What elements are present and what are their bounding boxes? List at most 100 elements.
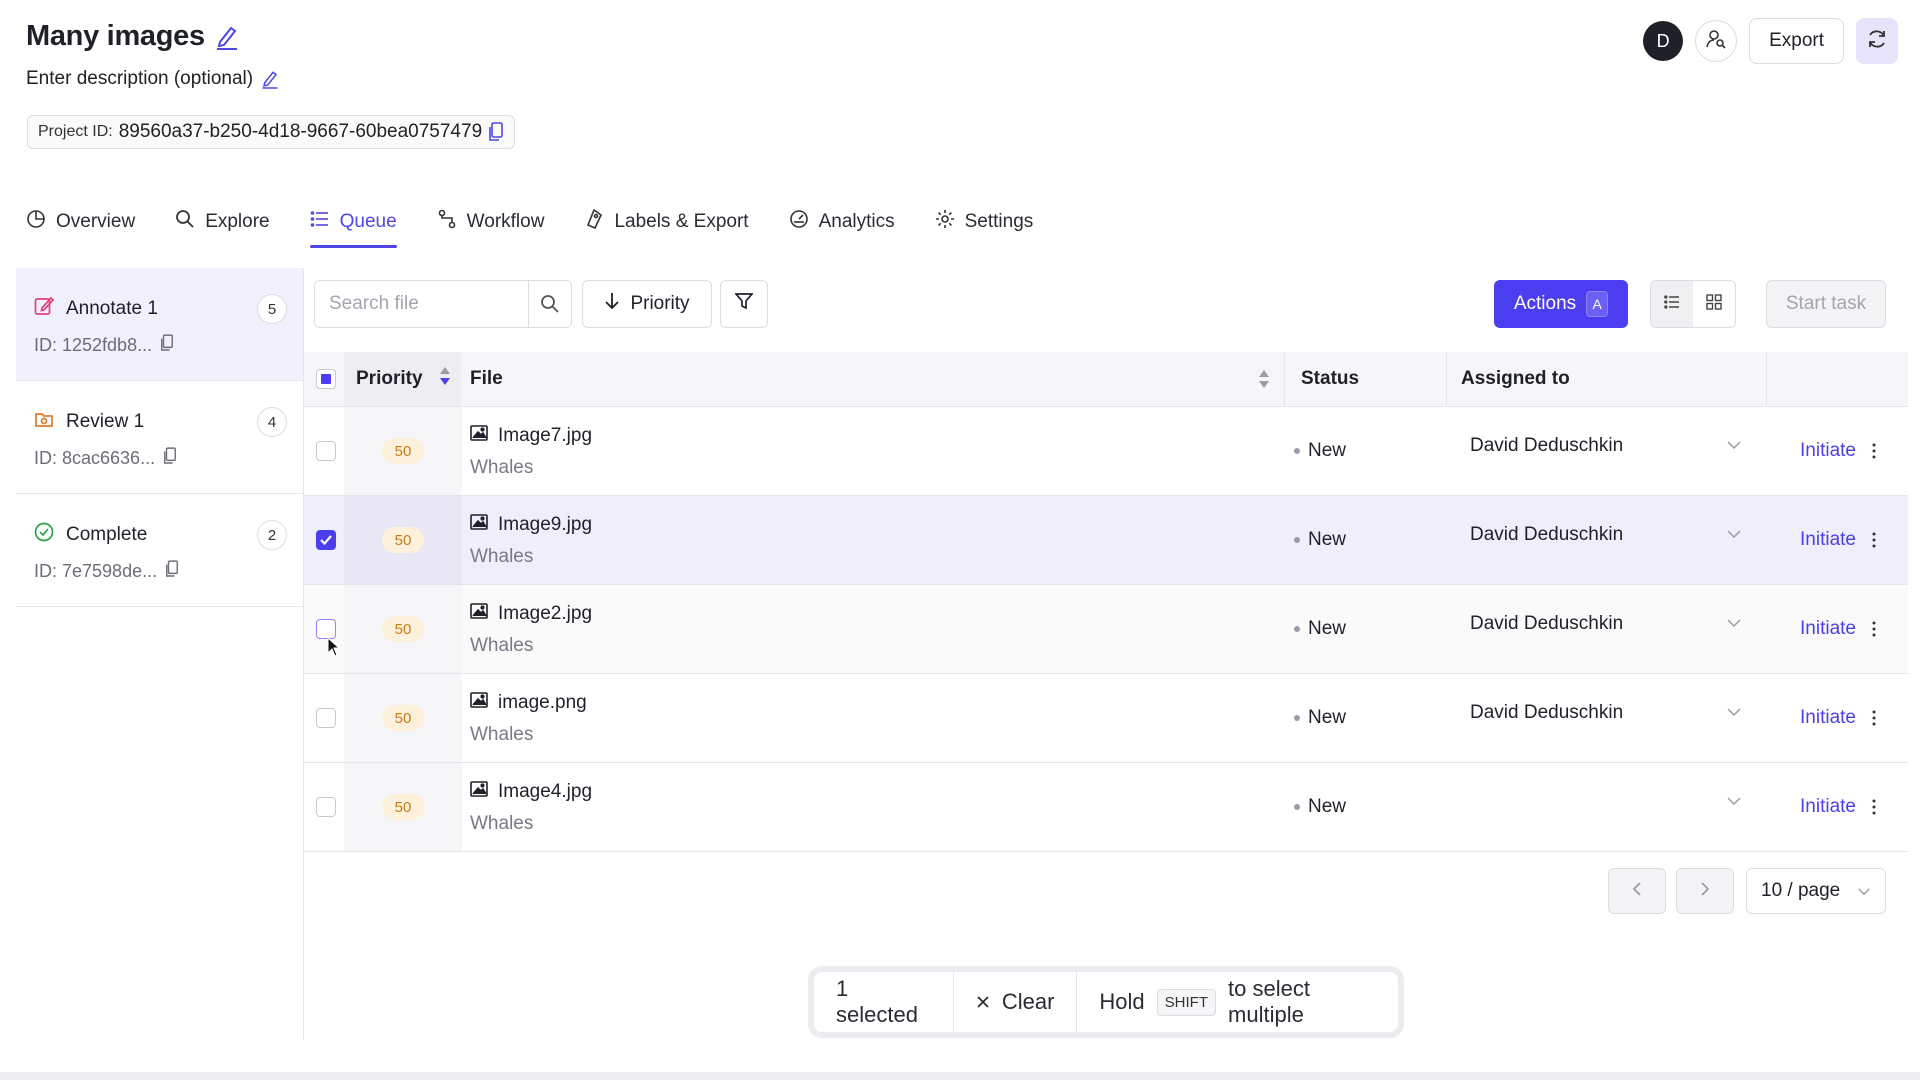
grid-view-button[interactable] <box>1693 281 1735 327</box>
priority-header[interactable]: Priority <box>344 352 462 406</box>
initiate-link[interactable]: Initiate <box>1800 407 1856 495</box>
initiate-link[interactable]: Initiate <box>1800 674 1856 762</box>
copy-icon[interactable] <box>160 334 174 357</box>
workflow-icon <box>437 209 457 235</box>
queue-toolbar: Priority Actions A Start task <box>314 280 1886 328</box>
more-options-icon[interactable] <box>1872 496 1876 584</box>
tab-label: Queue <box>339 211 397 232</box>
chevron-down-icon[interactable] <box>1726 437 1742 455</box>
actions-button[interactable]: Actions A <box>1494 280 1628 328</box>
row-checkbox[interactable] <box>316 530 336 550</box>
priority-badge: 50 <box>382 527 424 553</box>
row-checkbox[interactable] <box>316 619 336 639</box>
tab-settings[interactable]: Settings <box>935 198 1033 246</box>
initiate-link[interactable]: Initiate <box>1800 585 1856 673</box>
prev-page-button[interactable] <box>1608 868 1666 914</box>
search-icon[interactable] <box>529 294 571 314</box>
page-title: Many images <box>26 20 205 52</box>
assignee-select[interactable]: David Deduschkin <box>1470 702 1623 724</box>
tab-queue[interactable]: Queue <box>309 198 397 248</box>
selection-bar: 1 selected Clear Hold SHIFT to select mu… <box>808 966 1404 1038</box>
file-name[interactable]: image.png <box>498 692 587 714</box>
table-row[interactable]: 50 Image4.jpg Whales New Initiate <box>304 763 1908 852</box>
file-name[interactable]: Image9.jpg <box>498 514 592 536</box>
chevron-down-icon[interactable] <box>1726 704 1742 722</box>
refresh-icon <box>1865 27 1889 56</box>
sort-priority-button[interactable]: Priority <box>582 280 712 328</box>
search-box <box>314 280 572 328</box>
file-name[interactable]: Image4.jpg <box>498 781 592 803</box>
tab-label: Explore <box>205 211 270 232</box>
row-checkbox[interactable] <box>316 441 336 461</box>
search-icon <box>175 209 195 235</box>
avatar[interactable]: D <box>1643 21 1684 61</box>
stage-complete[interactable]: Complete ID: 7e7598de... 2 <box>16 494 303 607</box>
copy-icon[interactable] <box>163 447 177 470</box>
file-sort-icon[interactable] <box>1258 352 1270 406</box>
file-name[interactable]: Image7.jpg <box>498 425 592 447</box>
check-circle-icon <box>34 522 54 548</box>
more-options-icon[interactable] <box>1872 763 1876 851</box>
user-search-icon <box>1705 28 1727 55</box>
stage-count: 5 <box>257 294 287 324</box>
assignee-select[interactable]: David Deduschkin <box>1470 613 1623 635</box>
tab-analytics[interactable]: Analytics <box>789 198 895 246</box>
stage-review[interactable]: Review 1 ID: 8cac6636... 4 <box>16 381 303 494</box>
chevron-down-icon[interactable] <box>1726 615 1742 633</box>
start-task-button[interactable]: Start task <box>1766 280 1886 328</box>
chevron-left-icon <box>1632 881 1642 902</box>
table-row[interactable]: 50 Image7.jpg Whales New David Deduschki… <box>304 407 1908 496</box>
tab-explore[interactable]: Explore <box>175 198 270 246</box>
file-name[interactable]: Image2.jpg <box>498 603 592 625</box>
refresh-button[interactable] <box>1856 18 1898 64</box>
table-row[interactable]: 50 image.png Whales New David Deduschkin… <box>304 674 1908 763</box>
assignee-select[interactable]: David Deduschkin <box>1470 524 1623 546</box>
search-input[interactable] <box>315 281 529 327</box>
filter-button[interactable] <box>720 280 768 328</box>
list-view-button[interactable] <box>1651 281 1693 327</box>
file-header[interactable]: File <box>470 352 503 406</box>
assigned-header[interactable]: Assigned to <box>1446 352 1570 406</box>
stage-id: ID: 1252fdb8... <box>34 335 153 355</box>
page-size-select[interactable]: 10 / page <box>1746 868 1886 914</box>
status-dot <box>1294 626 1300 632</box>
select-all-checkbox[interactable] <box>316 369 336 389</box>
select-all-cell <box>316 352 336 406</box>
edit-description-icon[interactable] <box>261 69 279 89</box>
project-id-label: Project ID: <box>38 123 113 140</box>
chevron-down-icon[interactable] <box>1726 526 1742 544</box>
file-cell: Image4.jpg Whales <box>470 781 592 835</box>
table-row[interactable]: 50 Image2.jpg Whales New David Deduschki… <box>304 585 1908 674</box>
copy-icon[interactable] <box>165 560 179 583</box>
chevron-right-icon <box>1700 881 1710 902</box>
stage-name: Complete <box>66 524 148 545</box>
collaborators-button[interactable] <box>1695 20 1738 62</box>
tab-overview[interactable]: Overview <box>26 198 135 246</box>
tab-labels-export[interactable]: Labels & Export <box>584 198 749 246</box>
image-icon <box>470 781 488 803</box>
edit-icon <box>34 296 55 322</box>
priority-badge: 50 <box>382 438 424 464</box>
copy-icon[interactable] <box>488 122 504 142</box>
row-checkbox[interactable] <box>316 708 336 728</box>
initiate-link[interactable]: Initiate <box>1800 496 1856 584</box>
clear-selection-button[interactable]: Clear <box>954 972 1078 1032</box>
image-icon <box>470 514 488 536</box>
project-id-chip: Project ID: 89560a37-b250-4d18-9667-60be… <box>27 115 516 149</box>
next-page-button[interactable] <box>1676 868 1734 914</box>
more-options-icon[interactable] <box>1872 585 1876 673</box>
stage-annotate[interactable]: Annotate 1 ID: 1252fdb8... 5 <box>16 268 303 381</box>
table-row[interactable]: 50 Image9.jpg Whales New David Deduschki… <box>304 496 1908 585</box>
tab-workflow[interactable]: Workflow <box>437 198 544 246</box>
export-button[interactable]: Export <box>1749 18 1844 64</box>
status-header[interactable]: Status <box>1284 352 1359 406</box>
row-checkbox[interactable] <box>316 797 336 817</box>
more-options-icon[interactable] <box>1872 674 1876 762</box>
initiate-link[interactable]: Initiate <box>1800 763 1856 851</box>
edit-title-icon[interactable] <box>215 24 239 50</box>
chevron-down-icon[interactable] <box>1726 793 1742 811</box>
description-text[interactable]: Enter description (optional) <box>26 68 253 90</box>
assignee-select[interactable]: David Deduschkin <box>1470 435 1623 457</box>
dataset-name: Whales <box>470 457 534 478</box>
more-options-icon[interactable] <box>1872 407 1876 495</box>
